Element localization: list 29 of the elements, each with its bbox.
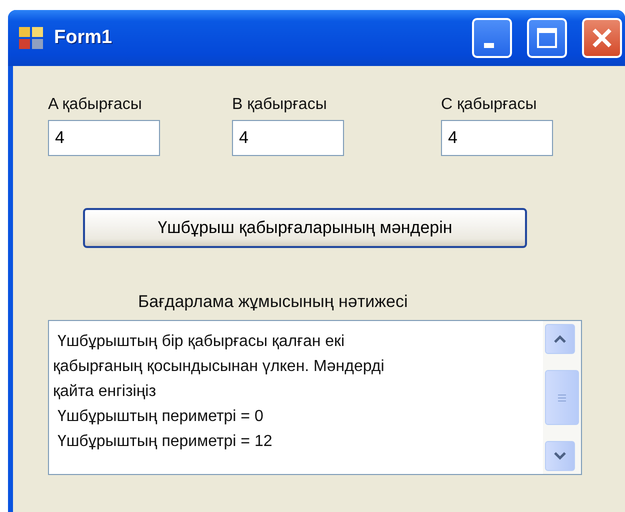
- minimize-button[interactable]: [472, 18, 512, 58]
- calculate-button[interactable]: Үшбұрыш қабырғаларының мәндерін: [83, 208, 527, 248]
- maximize-button[interactable]: [527, 18, 567, 58]
- output-line: Үшбұрыштың периметрі = 12: [56, 432, 274, 452]
- output-box[interactable]: Үшбұрыштың бір қабырғасы қалған екі қабырғаның қосындысынан үлкен. Мәндерді қайта енгізіңіз Үшбұрыштың периметрі = 0 Үшбұрыштың периметрі = 12: [48, 320, 582, 475]
- scroll-down-button[interactable]: [545, 441, 575, 471]
- scroll-thumb[interactable]: [545, 370, 579, 425]
- field-label: B қабырғасы: [232, 96, 328, 114]
- chevron-up-icon: [553, 334, 567, 344]
- input-field[interactable]: 4: [48, 120, 160, 156]
- input-field[interactable]: 4: [441, 120, 553, 156]
- vertical-scrollbar[interactable]: [543, 321, 581, 474]
- field-label: C қабырғасы: [441, 96, 538, 114]
- scroll-up-button[interactable]: [545, 324, 575, 354]
- input-field[interactable]: 4: [232, 120, 344, 156]
- minimize-icon: [484, 42, 494, 48]
- output-line: қайта енгізіңіз: [53, 382, 158, 402]
- output-line: Үшбұрыштың бір қабырғасы қалған екі: [56, 332, 346, 352]
- result-label: Бағдарлама жұмысының нәтижесі: [138, 292, 409, 312]
- close-button[interactable]: [582, 18, 622, 58]
- maximize-icon: [536, 27, 558, 49]
- grip-icon: [557, 392, 567, 402]
- field-label: A қабырғасы: [48, 96, 143, 114]
- output-line: Үшбұрыштың периметрі = 0: [56, 407, 264, 427]
- close-icon: [591, 27, 613, 49]
- output-line: қабырғаның қосындысынан үлкен. Мәндерді: [53, 357, 386, 377]
- app-icon: [18, 26, 44, 50]
- chevron-down-icon: [553, 451, 567, 461]
- window-title: Form1: [54, 27, 114, 49]
